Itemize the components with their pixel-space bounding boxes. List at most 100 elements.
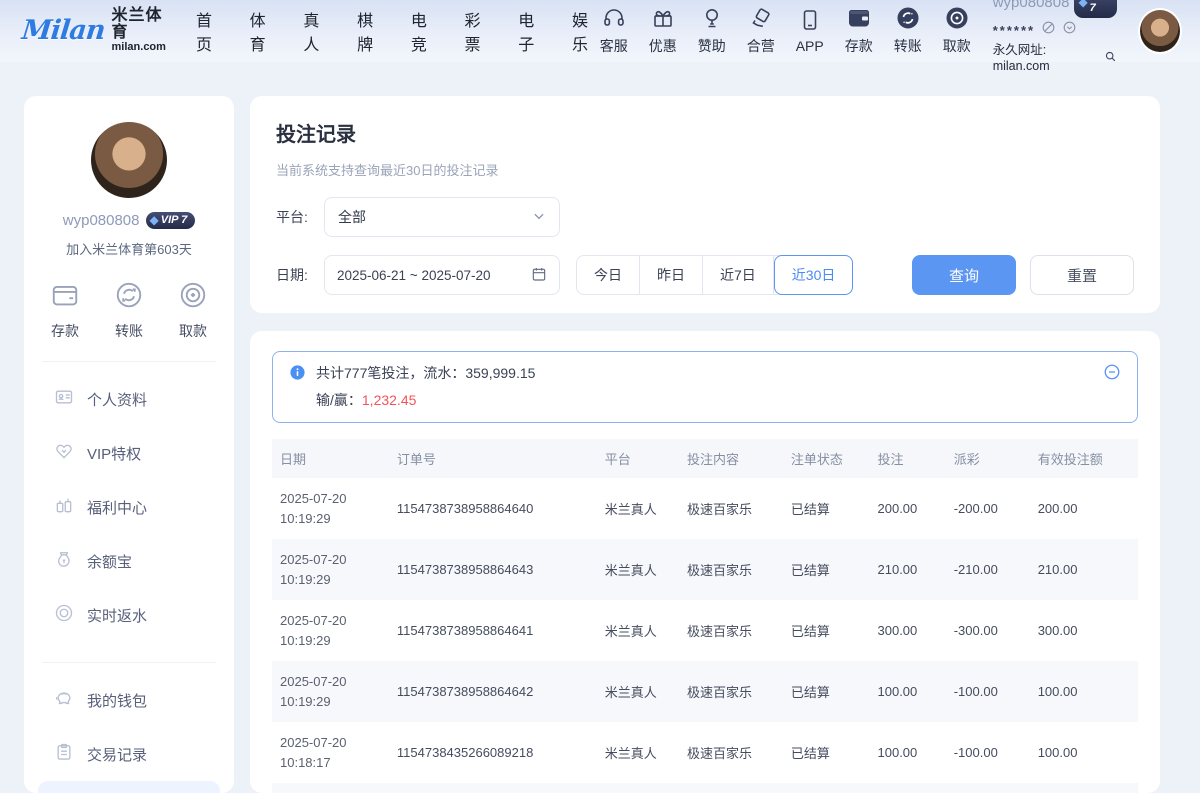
col-status: 注单状态 xyxy=(783,439,870,478)
sidebar-item-wallet[interactable]: 我的钱包 xyxy=(38,673,220,727)
query-button[interactable]: 查询 xyxy=(912,255,1016,295)
coin-dark-icon xyxy=(945,6,969,33)
sidebar-item-yuebao[interactable]: 余额宝 xyxy=(38,534,220,588)
preset-30days[interactable]: 近30日 xyxy=(774,255,854,295)
nav-home[interactable]: 首页 xyxy=(196,7,221,55)
phone-icon xyxy=(798,8,822,35)
vip-gem-icon: ◆ xyxy=(1078,0,1087,10)
app-button[interactable]: APP xyxy=(793,8,827,54)
col-platform: 平台 xyxy=(597,439,679,478)
sidebar-deposit-action[interactable]: 存款 xyxy=(50,280,80,341)
col-content: 投注内容 xyxy=(679,439,783,478)
welfare-icon xyxy=(54,495,74,519)
date-preset-group: 今日 昨日 近7日 近30日 xyxy=(576,255,853,295)
piggy-bank-icon xyxy=(54,688,74,712)
nav-slots[interactable]: 电子 xyxy=(518,7,543,55)
logo-cn-text: 米兰体育 xyxy=(112,8,166,42)
platform-select[interactable]: 全部 xyxy=(324,197,560,237)
sidebar-divider xyxy=(42,361,216,362)
chevron-down-icon xyxy=(532,209,546,226)
nav-live[interactable]: 真人 xyxy=(303,7,328,55)
wallet-outline-icon xyxy=(50,280,80,313)
table-row: 2025-07-2010:19:29 1154738738958864642米兰… xyxy=(272,661,1138,722)
summary-winloss-value: 1,232.45 xyxy=(362,392,417,408)
gift-icon xyxy=(651,6,675,33)
reset-button[interactable]: 重置 xyxy=(1030,255,1134,295)
page-title: 投注记录 xyxy=(276,118,1134,147)
col-date: 日期 xyxy=(272,439,389,478)
logo-script-text: Milan xyxy=(20,15,106,46)
sidebar-item-transactions[interactable]: 交易记录 xyxy=(38,727,220,781)
preset-yesterday[interactable]: 昨日 xyxy=(640,256,703,294)
sidebar-transfer-action[interactable]: 转账 xyxy=(114,280,144,341)
platform-label: 平台: xyxy=(276,207,324,227)
summary-turnover-label: 共计777笔投注，流水： xyxy=(316,365,465,381)
vip-gem-icon: ◆ xyxy=(150,213,159,227)
summary-winloss-label: 输/赢： xyxy=(316,392,362,408)
table-row: 2025-07-2010:19:29 1154738738958864641米兰… xyxy=(272,600,1138,661)
col-bet: 投注 xyxy=(870,439,946,478)
main-nav: 首页 体育 真人 棋牌 电竞 彩票 电子 娱乐 xyxy=(196,7,597,55)
sidebar-item-profile[interactable]: 个人资料 xyxy=(38,372,220,426)
sidebar-item-bet-records[interactable]: 投注记录 xyxy=(38,781,220,793)
avatar[interactable] xyxy=(1138,8,1182,54)
date-label: 日期: xyxy=(276,265,324,285)
search-icon[interactable] xyxy=(1104,50,1117,68)
summary-banner: 共计777笔投注，流水：359,999.15 输/赢：1,232.45 xyxy=(272,351,1138,423)
calendar-icon xyxy=(531,266,547,285)
logo-domain-text: milan.com xyxy=(112,42,166,54)
sidebar-item-rebate[interactable]: 实时返水 xyxy=(38,588,220,642)
table-row: 2025-07-2010:19:29 1154738738958864643米兰… xyxy=(272,539,1138,600)
results-panel: 共计777笔投注，流水：359,999.15 输/赢：1,232.45 日期 订… xyxy=(250,331,1160,793)
chevron-circle-icon[interactable] xyxy=(1062,20,1077,41)
transfer-outline-icon xyxy=(114,280,144,313)
deposit-button[interactable]: 存款 xyxy=(842,6,876,56)
sponsor-button[interactable]: 赞助 xyxy=(695,6,729,56)
transfer-button[interactable]: 转账 xyxy=(891,6,925,56)
nav-entertainment[interactable]: 娱乐 xyxy=(572,7,597,55)
sidebar-username: wyp080808 xyxy=(63,212,140,229)
money-bag-icon xyxy=(54,549,74,573)
masked-balance: ****** xyxy=(993,23,1035,39)
wallet-dark-icon xyxy=(847,6,871,33)
sidebar-vip-badge: ◆VIP 7 xyxy=(146,212,196,229)
clipboard-icon xyxy=(54,742,74,766)
nav-lottery[interactable]: 彩票 xyxy=(465,7,490,55)
vip-badge: ◆VIP 7 xyxy=(1074,0,1117,18)
sidebar: wyp080808 ◆VIP 7 加入米兰体育第603天 存款 转账 取款 个人… xyxy=(24,96,234,793)
transfer-dark-icon xyxy=(896,6,920,33)
eye-off-icon[interactable] xyxy=(1041,20,1056,41)
user-info: wyp080808 ◆VIP 7 ****** 永久网址: milan.com xyxy=(993,0,1118,74)
collapse-icon[interactable] xyxy=(1103,363,1121,384)
bet-records-table: 日期 订单号 平台 投注内容 注单状态 投注 派彩 有效投注额 2025-07-… xyxy=(272,439,1138,793)
nav-esports[interactable]: 电竞 xyxy=(411,7,436,55)
site-note-text: 永久网址: milan.com xyxy=(993,43,1102,74)
preset-7days[interactable]: 近7日 xyxy=(703,256,774,294)
withdraw-button[interactable]: 取款 xyxy=(940,6,974,56)
sidebar-withdraw-action[interactable]: 取款 xyxy=(178,280,208,341)
table-row: 2025-07-2010:18:17 1154738435266089219米兰… xyxy=(272,783,1138,793)
sidebar-avatar[interactable] xyxy=(91,122,167,198)
id-card-icon xyxy=(54,387,74,411)
sidebar-item-welfare[interactable]: 福利中心 xyxy=(38,480,220,534)
brand-logo[interactable]: Milan 米兰体育 milan.com xyxy=(22,8,166,53)
summary-turnover-value: 359,999.15 xyxy=(465,365,535,381)
promo-button[interactable]: 优惠 xyxy=(646,6,680,56)
table-row: 2025-07-2010:18:17 1154738435266089218米兰… xyxy=(272,722,1138,783)
page-subtitle: 当前系统支持查询最近30日的投注记录 xyxy=(276,160,1134,179)
preset-today[interactable]: 今日 xyxy=(577,256,640,294)
filter-panel: 投注记录 当前系统支持查询最近30日的投注记录 平台: 全部 日期: 2025-… xyxy=(250,96,1160,313)
top-bar: Milan 米兰体育 milan.com 首页 体育 真人 棋牌 电竞 彩票 电… xyxy=(0,0,1200,62)
nav-sports[interactable]: 体育 xyxy=(250,7,275,55)
sidebar-item-vip[interactable]: VIP特权 xyxy=(38,426,220,480)
partner-button[interactable]: 合营 xyxy=(744,6,778,56)
nav-cards[interactable]: 棋牌 xyxy=(357,7,382,55)
sidebar-divider xyxy=(42,662,216,663)
table-row: 2025-07-2010:19:29 1154738738958864640米兰… xyxy=(272,478,1138,539)
col-payout: 派彩 xyxy=(946,439,1030,478)
date-range-input[interactable]: 2025-06-21 ~ 2025-07-20 xyxy=(324,255,560,295)
medal-icon xyxy=(700,6,724,33)
username-text: wyp080808 xyxy=(993,0,1070,12)
service-button[interactable]: 客服 xyxy=(597,6,631,56)
join-days-text: 加入米兰体育第603天 xyxy=(24,239,234,258)
